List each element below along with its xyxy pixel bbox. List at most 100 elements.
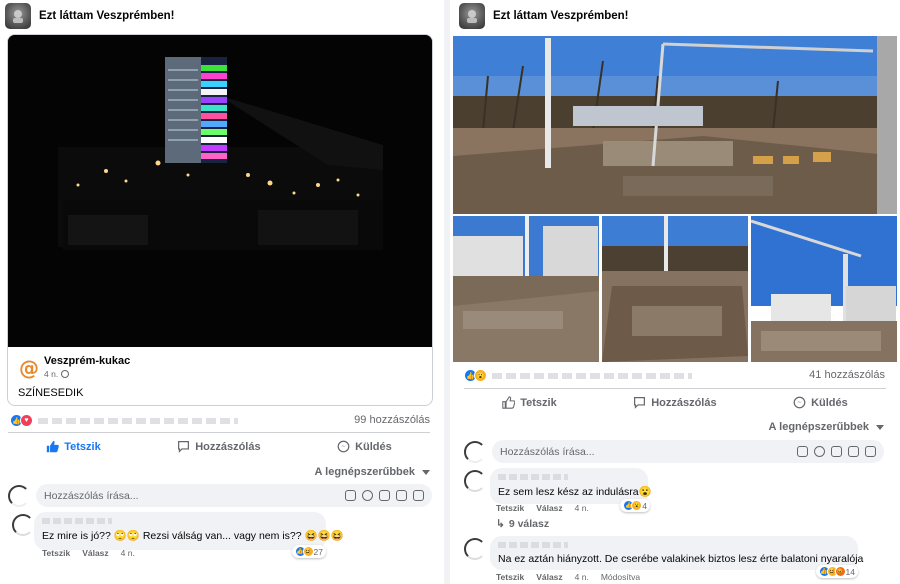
construction-photo-3[interactable] — [602, 216, 748, 362]
comment-like-link[interactable]: Tetszik — [42, 548, 70, 558]
reaction-icons: 👍 😮 — [464, 369, 487, 382]
messenger-icon — [337, 440, 350, 453]
construction-photo-main[interactable] — [453, 36, 897, 214]
post-time: 4 n. — [44, 369, 70, 379]
comment-label: Hozzászólás — [195, 440, 261, 453]
wow-reaction-icon: 😮 — [631, 500, 643, 511]
globe-icon — [61, 370, 70, 378]
comment-button[interactable]: Hozzászólás — [169, 436, 268, 457]
reply-arrow-icon: ↳ — [496, 518, 505, 530]
comment-text: Na ez aztán hiányzott. De cserébe valaki… — [498, 553, 864, 565]
comment-bubble: Ez sem lesz kész az indulásra😮 👍 😮 4 — [490, 468, 652, 512]
composer-tools — [345, 490, 424, 501]
like-label: Tetszik — [64, 440, 101, 453]
comment-input[interactable]: Hozzászólás írása... — [36, 484, 432, 507]
comment-reaction-count: 4 — [642, 500, 647, 511]
reactions-summary[interactable]: 👍 ♥ — [10, 414, 250, 427]
reaction-icons: 👍 ♥ — [10, 414, 33, 427]
post-time-text[interactable]: 4 n. — [44, 369, 58, 379]
send-label: Küldés — [355, 440, 392, 453]
shared-post-card[interactable]: @ Veszprém-kukac 4 n. SZÍNESEDIK — [7, 34, 433, 406]
comment-item: Ez sem lesz kész az indulásra😮 👍 😮 4 Tet… — [450, 466, 900, 534]
comment-reaction-count: 14 — [845, 566, 855, 577]
comment-composer: Hozzászólás írása... — [8, 484, 432, 507]
comment-sort[interactable]: A legnépszerűbbek — [315, 466, 430, 478]
wow-reaction-icon: 😮 — [474, 369, 487, 382]
comment-text: Ez sem lesz kész az indulásra😮 — [498, 486, 652, 498]
group-avatar-icon[interactable] — [459, 3, 485, 29]
sort-label: A legnépszerűbbek — [314, 466, 415, 478]
comment-reactions[interactable]: 👍 😆 27 — [291, 545, 326, 558]
comment-count[interactable]: 41 hozzászólás — [809, 369, 885, 381]
comment-item: Na ez aztán hiányzott. De cserébe valaki… — [450, 534, 900, 584]
comment-sort[interactable]: A legnépszerűbbek — [769, 421, 884, 433]
comment-time[interactable]: 4 n. — [575, 572, 589, 582]
user-avatar[interactable] — [8, 484, 30, 507]
group-avatar-icon[interactable] — [5, 3, 31, 29]
avatar-sticker-icon[interactable] — [413, 490, 424, 501]
page-name[interactable]: Veszprém-kukac — [44, 355, 130, 367]
caret-down-icon — [422, 469, 430, 475]
left-post: Ezt láttam Veszprémben! @ Veszprém-kukac… — [0, 0, 444, 584]
page-logo-icon[interactable]: @ — [18, 357, 40, 379]
gif-icon[interactable] — [396, 490, 407, 501]
commenter-name-blurred[interactable] — [42, 518, 112, 524]
group-name[interactable]: Ezt láttam Veszprémben! — [39, 10, 174, 22]
commenter-avatar[interactable] — [464, 538, 486, 560]
construction-photo-2[interactable] — [453, 216, 599, 362]
send-label: Küldés — [811, 396, 848, 409]
camera-icon[interactable] — [831, 446, 842, 457]
comment-time[interactable]: 4 n. — [575, 503, 589, 513]
comment-bubble: Na ez aztán hiányzott. De cserébe valaki… — [490, 536, 864, 578]
like-label: Tetszik — [520, 396, 557, 409]
comment-reply-link[interactable]: Válasz — [536, 503, 562, 513]
post-text: SZÍNESEDIK — [18, 387, 84, 399]
like-button[interactable]: Tetszik — [38, 436, 108, 457]
like-button[interactable]: Tetszik — [494, 392, 564, 413]
comment-like-link[interactable]: Tetszik — [496, 572, 524, 582]
group-name[interactable]: Ezt láttam Veszprémben! — [493, 10, 628, 22]
commenter-name-blurred[interactable] — [498, 474, 568, 480]
love-reaction-icon: ♥ — [20, 414, 33, 427]
like-icon — [502, 396, 516, 409]
emoji-icon[interactable] — [362, 490, 373, 501]
composer-tools — [797, 446, 876, 457]
post-actions: Tetszik Hozzászólás Küldés — [8, 432, 430, 460]
messenger-icon — [793, 396, 806, 409]
comment-button[interactable]: Hozzászólás — [625, 392, 724, 413]
comment-like-link[interactable]: Tetszik — [496, 503, 524, 513]
camera-icon[interactable] — [379, 490, 390, 501]
photo-grid — [453, 36, 897, 362]
comment-time[interactable]: 4 n. — [121, 548, 135, 558]
commenter-avatar[interactable] — [12, 514, 34, 536]
sort-label: A legnépszerűbbek — [768, 421, 869, 433]
comment-reply-link[interactable]: Válasz — [536, 572, 562, 582]
commenter-name-blurred[interactable] — [498, 542, 568, 548]
replies-count: 9 válasz — [508, 518, 550, 530]
group-header: Ezt láttam Veszprémben! — [0, 0, 444, 32]
sticker-icon[interactable] — [345, 490, 356, 501]
shared-post-meta: @ Veszprém-kukac 4 n. SZÍNESEDIK — [8, 347, 432, 405]
comment-count[interactable]: 99 hozzászólás — [354, 414, 430, 426]
gif-icon[interactable] — [848, 446, 859, 457]
commenter-avatar[interactable] — [464, 470, 486, 492]
group-header: Ezt láttam Veszprémben! — [450, 0, 900, 32]
avatar-sticker-icon[interactable] — [865, 446, 876, 457]
comment-reactions[interactable]: 👍 😆 😡 14 — [815, 565, 858, 578]
send-button[interactable]: Küldés — [329, 436, 400, 457]
construction-photo-4[interactable] — [751, 216, 897, 362]
night-tower-photo[interactable] — [8, 35, 432, 347]
comment-actions: Tetszik Válasz 4 n. Módosítva — [496, 572, 640, 582]
sticker-icon[interactable] — [797, 446, 808, 457]
comment-reactions[interactable]: 👍 😮 4 — [620, 499, 650, 512]
send-button[interactable]: Küldés — [785, 392, 856, 413]
user-avatar[interactable] — [464, 440, 486, 463]
emoji-icon[interactable] — [814, 446, 825, 457]
comment-input[interactable]: Hozzászólás írása... — [492, 440, 884, 463]
reactions-summary[interactable]: 👍 😮 — [464, 369, 724, 382]
angry-reaction-icon: 😡 — [834, 566, 846, 577]
view-replies-link[interactable]: ↳ 9 válasz — [496, 518, 549, 530]
comment-bubble: Ez mire is jó?? 🙄🙄 Rezsi válság van... v… — [34, 512, 344, 558]
comment-reply-link[interactable]: Válasz — [82, 548, 108, 558]
comment-label: Hozzászólás — [651, 396, 717, 409]
